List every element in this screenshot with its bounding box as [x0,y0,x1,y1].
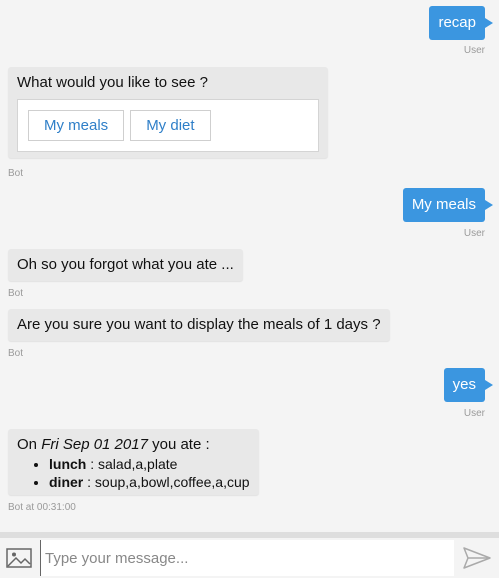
message-meta: User [463,228,485,239]
message-bot: Are you sure you want to display the mea… [8,309,390,341]
bot-text: On Fri Sep 01 2017 you ate : [17,435,250,455]
text-suffix: you ate : [147,436,210,453]
message-meta: Bot [8,348,24,359]
message-meta: User [463,408,485,419]
message-user: yes [443,368,494,402]
meal-label: diner [49,474,84,490]
message-bot: Oh so you forgot what you ate ... [8,249,243,281]
bot-text: Are you sure you want to display the mea… [17,316,381,333]
user-bubble: recap [429,6,493,40]
message-bot: On Fri Sep 01 2017 you ate : lunch : sal… [8,429,259,495]
message-meta: Bot at 00:31:00 [8,502,76,513]
my-meals-button[interactable]: My meals [28,110,125,141]
message-input[interactable] [40,540,454,576]
user-bubble: My meals [402,188,494,222]
meal-value: : soup,a,bowl,coffee,a,cup [83,474,250,490]
text-prefix: On [17,436,42,453]
message-composer [0,538,499,578]
quick-reply-group: My meals My diet [17,99,319,152]
message-user: My meals [402,188,494,222]
meal-label: lunch [49,456,87,472]
my-diet-button[interactable]: My diet [130,110,211,141]
meal-value: : salad,a,plate [86,456,178,472]
user-bubble: yes [443,368,494,402]
meal-date: Fri Sep 01 2017 [41,436,148,453]
list-item: lunch : salad,a,plate [49,455,250,473]
chat-log: recap User What would you like to see ? … [0,0,499,532]
message-meta: Bot [8,168,24,179]
message-bot: What would you like to see ? My meals My… [8,67,328,158]
message-user: recap [429,6,493,40]
message-meta: Bot [8,288,24,299]
image-icon[interactable] [6,548,32,568]
meal-list: lunch : salad,a,plate diner : soup,a,bow… [17,455,250,491]
bot-text: Oh so you forgot what you ate ... [17,256,234,273]
list-item: diner : soup,a,bowl,coffee,a,cup [49,473,250,491]
send-icon[interactable] [462,546,492,570]
bot-text: What would you like to see ? [17,74,208,91]
message-meta: User [463,45,485,56]
